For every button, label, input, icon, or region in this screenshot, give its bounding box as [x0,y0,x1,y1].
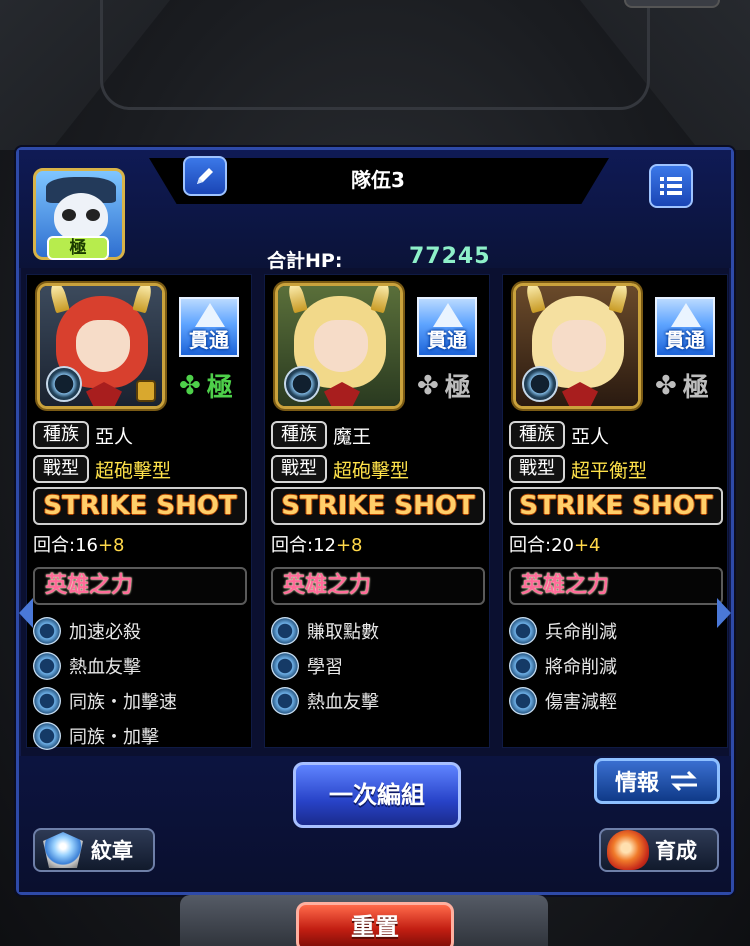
emblem-icon [43,832,83,868]
type-row: 戰型 超砲擊型 [33,455,171,483]
ability-list: 賺取點數 學習 熱血友擊 [271,613,485,718]
type-row: 戰型 超砲擊型 [271,455,409,483]
element-orb-icon [284,366,320,402]
top-corner-button[interactable] [624,0,720,8]
strike-shot-label: STRIKE SHOT [271,487,485,525]
member-portrait[interactable] [37,283,165,409]
strike-shot-label: STRIKE SHOT [33,487,247,525]
race-row: 種族 魔王 [271,421,371,449]
race-label: 種族 [271,421,327,449]
ability-item: 同族・加擊速 [33,683,247,718]
ability-item: 將命削減 [509,648,723,683]
ability-list: 兵命削減 將命削減 傷害減輕 [509,613,723,718]
ability-gem-icon [271,616,299,645]
pencil-icon [197,168,213,184]
race-value: 亞人 [95,425,134,448]
info-button[interactable]: 情報 [594,758,720,804]
member-card-1[interactable]: 貫通 ✤ 極 種族 亞人 戰型 超砲擊型 STRIKE SHOT 回合:16+8… [26,274,252,750]
type-label: 戰型 [509,455,565,483]
ability-gem-icon [271,686,299,715]
total-hp-label: 合計HP: [267,250,343,272]
pierce-type-badge: 貫通 [417,297,477,357]
luck-indicator: ✤ 極 [179,370,233,404]
pierce-type-badge: 貫通 [655,297,715,357]
ability-item: 學習 [271,648,485,683]
ability-item: 賺取點數 [271,613,485,648]
leader-rank-badge: 極 [47,236,109,260]
strike-shot-turns: 回合:16+8 [33,535,125,556]
list-icon [660,177,682,195]
strike-shot-turns: 回合:12+8 [271,535,363,556]
clover-icon: ✤ [179,370,201,401]
edit-team-name-button[interactable] [183,156,227,196]
ability-item: 加速必殺 [33,613,247,648]
race-label: 種族 [509,421,565,449]
race-row: 種族 亞人 [33,421,133,449]
background-bezel [100,0,650,110]
reset-button[interactable]: 重置 [296,902,454,946]
ability-gem-icon [509,616,537,645]
team-panel: 隊伍3 極 合計HP: 77245 貫通 ✤ 極 種族 亞人 戰型 超砲擊型 S… [16,147,734,895]
type-row: 戰型 超平衡型 [509,455,647,483]
dragon-icon [607,830,649,870]
hero-power-label: 英雄之力 [271,567,485,605]
pierce-type-badge: 貫通 [179,297,239,357]
ability-gem-icon [33,616,61,645]
luck-indicator: ✤ 極 [655,370,709,404]
ability-gem-icon [509,651,537,680]
ability-gem-icon [33,721,61,750]
ability-gem-icon [33,686,61,715]
member-card-2[interactable]: 貫通 ✤ 極 種族 魔王 戰型 超砲擊型 STRIKE SHOT 回合:12+8… [264,274,490,748]
total-hp-value: 77245 [409,244,491,269]
ability-item: 同族・加擊 [33,718,247,753]
member-card-3[interactable]: 貫通 ✤ 極 種族 亞人 戰型 超平衡型 STRIKE SHOT 回合:20+4… [502,274,728,748]
lock-icon [136,380,156,402]
race-label: 種族 [33,421,89,449]
element-orb-icon [522,366,558,402]
type-label: 戰型 [271,455,327,483]
ability-gem-icon [33,651,61,680]
type-label: 戰型 [33,455,89,483]
ability-item: 傷害減輕 [509,683,723,718]
race-value: 魔王 [333,425,372,448]
ability-list: 加速必殺 熱血友擊 同族・加擊速 同族・加擊 [33,613,247,753]
hero-power-label: 英雄之力 [33,567,247,605]
member-portrait[interactable] [513,283,641,409]
strike-shot-turns: 回合:20+4 [509,535,601,556]
team-title: 隊伍3 [351,168,405,192]
race-value: 亞人 [571,425,610,448]
ability-item: 兵命削減 [509,613,723,648]
strike-shot-label: STRIKE SHOT [509,487,723,525]
ability-gem-icon [509,686,537,715]
clover-icon: ✤ [417,370,439,401]
bulk-group-button[interactable]: 一次編組 [293,762,461,828]
ability-gem-icon [271,651,299,680]
emblem-button-label: 紋章 [91,839,133,863]
type-value: 超砲擊型 [333,459,410,482]
race-row: 種族 亞人 [509,421,609,449]
type-value: 超平衡型 [571,459,648,482]
member-portrait[interactable] [275,283,403,409]
type-value: 超砲擊型 [95,459,172,482]
info-button-label: 情報 [614,771,659,796]
team-menu-button[interactable] [649,164,693,208]
grow-button-label: 育成 [655,839,697,863]
swap-arrows-icon [671,770,697,792]
luck-indicator: ✤ 極 [417,370,471,404]
grow-button[interactable]: 育成 [599,828,719,872]
hero-power-label: 英雄之力 [509,567,723,605]
ability-item: 熱血友擊 [271,683,485,718]
element-orb-icon [46,366,82,402]
clover-icon: ✤ [655,370,677,401]
emblem-button[interactable]: 紋章 [33,828,155,872]
ability-item: 熱血友擊 [33,648,247,683]
